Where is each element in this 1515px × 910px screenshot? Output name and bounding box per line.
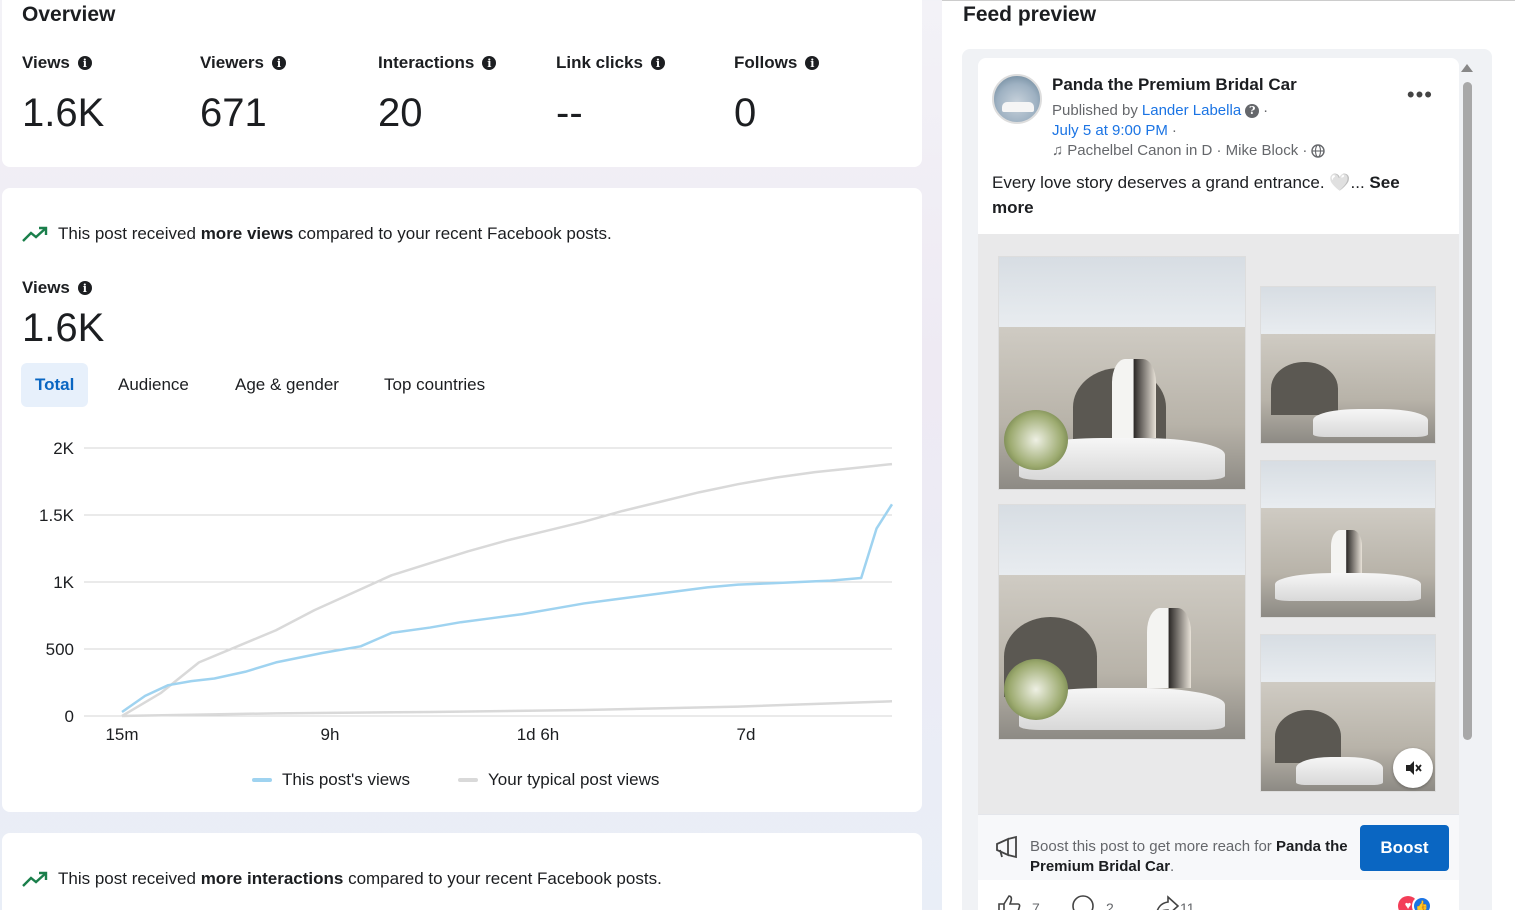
views-metric-label: Views i xyxy=(22,278,92,298)
x-tick-label: 9h xyxy=(321,725,340,744)
interactions-insight: This post received more interactions com… xyxy=(22,869,662,889)
overview-card: Overview Views i 1.6K Viewers i 671 Intera… xyxy=(2,0,922,167)
globe-icon xyxy=(1311,143,1326,158)
metric-link-clicks: Link clicks i -- xyxy=(556,53,665,136)
trending-up-icon xyxy=(22,226,48,242)
music-info: ♫ Pachelbel Canon in D · Mike Block · xyxy=(1052,142,1326,159)
post-date-link[interactable]: July 5 at 9:00 PM xyxy=(1052,122,1168,139)
photo-4[interactable] xyxy=(1260,460,1436,618)
comment-count: 2 xyxy=(1106,900,1114,910)
y-tick-label: 1.5K xyxy=(39,506,75,525)
photo-3[interactable] xyxy=(998,504,1246,740)
series-line-typical xyxy=(121,462,893,718)
metric-value: 0 xyxy=(734,91,757,135)
metric-label: Link clicks xyxy=(556,53,643,72)
metric-value: -- xyxy=(556,91,583,135)
like-reaction-icon: 👍 xyxy=(1412,896,1432,910)
tab-top-countries[interactable]: Top countries xyxy=(370,363,499,407)
like-count: 7 xyxy=(1032,900,1040,910)
page-name[interactable]: Panda the Premium Bridal Car xyxy=(1052,75,1297,95)
post-date: July 5 at 9:00 PM · xyxy=(1052,122,1177,139)
metric-follows: Follows i 0 xyxy=(734,53,820,136)
legend-swatch xyxy=(252,778,272,782)
x-tick-label: 7d xyxy=(737,725,756,744)
tab-age-gender[interactable]: Age & gender xyxy=(221,363,353,407)
photo-1[interactable] xyxy=(998,256,1246,490)
mute-icon[interactable] xyxy=(1393,748,1433,788)
metric-viewers: Viewers i 671 xyxy=(200,53,286,136)
photo-grid xyxy=(978,234,1459,814)
scroll-up-icon[interactable] xyxy=(1461,64,1473,72)
y-tick-label: 0 xyxy=(65,707,74,726)
views-metric-value: 1.6K xyxy=(22,306,105,350)
info-icon[interactable]: i xyxy=(271,56,286,70)
scroll-thumb[interactable] xyxy=(1463,82,1472,740)
legend-item-typical: Your typical post views xyxy=(458,770,659,790)
share-icon[interactable] xyxy=(1154,894,1180,910)
interactions-card: This post received more interactions com… xyxy=(2,833,922,910)
info-icon[interactable]: i xyxy=(650,56,665,70)
post-preview: Panda the Premium Bridal Car ••• Publish… xyxy=(978,58,1459,910)
info-icon[interactable]: i xyxy=(805,56,820,70)
share-count: 11 xyxy=(1180,900,1195,910)
x-tick-label: 1d 6h xyxy=(517,725,560,744)
published-by: Published by Lander Labella ? · xyxy=(1052,102,1269,119)
legend-item-this-post: This post's views xyxy=(252,770,410,790)
views-card: This post received more views compared t… xyxy=(2,188,922,812)
info-icon[interactable]: i xyxy=(482,56,497,70)
views-insight: This post received more views compared t… xyxy=(22,224,612,244)
music-note-icon: ♫ xyxy=(1052,142,1064,159)
megaphone-icon xyxy=(996,835,1017,859)
page-avatar[interactable] xyxy=(992,74,1042,124)
y-tick-label: 2K xyxy=(53,439,74,458)
metric-label: Viewers xyxy=(200,53,264,72)
publisher-link[interactable]: Lander Labella xyxy=(1142,102,1241,119)
series-line-this-post xyxy=(121,503,894,714)
trending-up-icon xyxy=(22,871,48,887)
feed-preview-title: Feed preview xyxy=(963,3,1097,26)
like-icon[interactable] xyxy=(996,894,1022,910)
reaction-row: 7 2 11 ♥ 👍 xyxy=(978,888,1459,910)
insight-text: This post received more interactions com… xyxy=(58,869,662,888)
legend-swatch xyxy=(458,778,478,782)
boost-text: Boost this post to get more reach for Pa… xyxy=(1030,838,1348,875)
boost-button[interactable]: Boost xyxy=(1360,825,1449,871)
info-icon[interactable]: i xyxy=(77,56,92,70)
series-line-typical xyxy=(121,700,893,718)
x-tick-label: 15m xyxy=(105,725,138,744)
boost-row: Boost this post to get more reach for Pa… xyxy=(978,814,1459,880)
metric-interactions: Interactions i 20 xyxy=(378,53,497,136)
comment-icon[interactable] xyxy=(1070,894,1096,910)
metric-value: 671 xyxy=(200,91,267,135)
photo-2[interactable] xyxy=(1260,286,1436,444)
tab-total[interactable]: Total xyxy=(21,363,89,407)
insight-text: This post received more views compared t… xyxy=(58,224,612,243)
info-icon[interactable]: ? xyxy=(1245,103,1260,118)
metric-label: Interactions xyxy=(378,53,475,72)
tab-audience[interactable]: Audience xyxy=(104,363,203,407)
feed-scrollbar[interactable] xyxy=(1461,60,1473,910)
info-icon[interactable]: i xyxy=(77,281,92,295)
legend-label: Your typical post views xyxy=(488,770,660,789)
post-caption: Every love story deserves a grand entran… xyxy=(992,173,1400,217)
metric-views: Views i 1.6K xyxy=(22,53,104,136)
metric-label: Views xyxy=(22,53,70,72)
views-line-chart: 0 500 1K 1.5K 2K 15m 9h 1d 6h 7d xyxy=(39,439,894,744)
metric-label: Follows xyxy=(734,53,798,72)
metric-value: 20 xyxy=(378,91,423,135)
metric-value: 1.6K xyxy=(22,91,105,135)
y-tick-label: 1K xyxy=(53,573,74,592)
overview-title: Overview xyxy=(22,3,116,26)
legend-label: This post's views xyxy=(282,770,410,789)
more-options-icon[interactable]: ••• xyxy=(1407,82,1433,108)
y-tick-label: 500 xyxy=(46,640,74,659)
